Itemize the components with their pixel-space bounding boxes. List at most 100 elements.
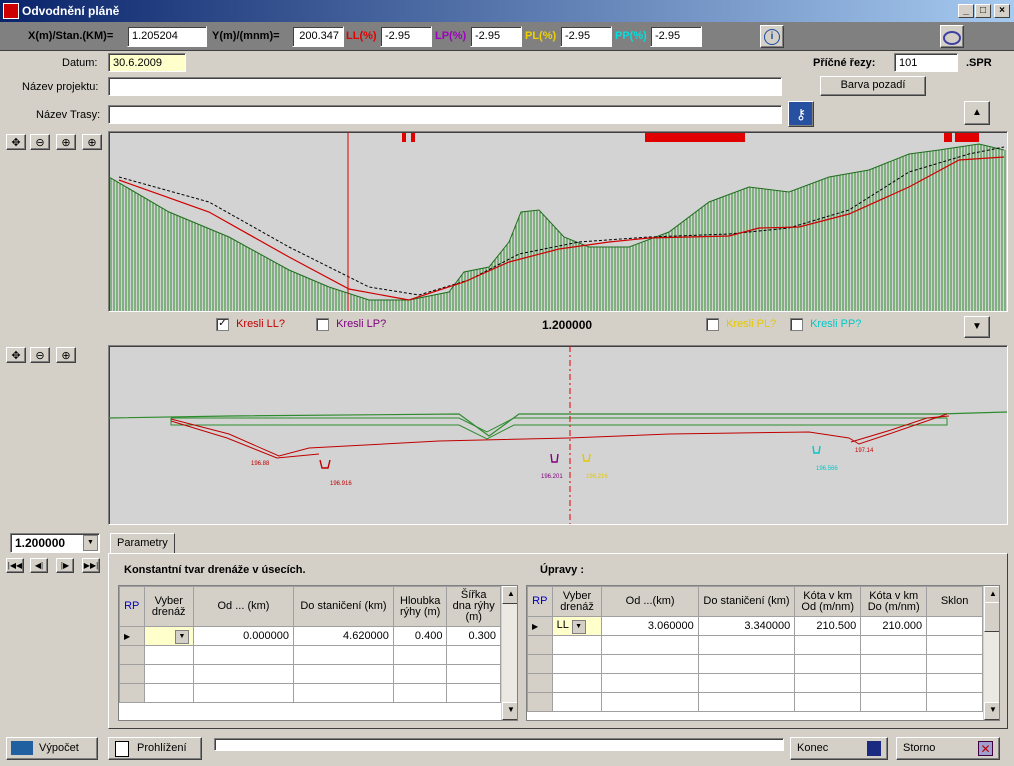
- pan-icon[interactable]: ✥: [6, 134, 26, 150]
- col-hloubka: Hloubka rýhy (m): [392, 586, 448, 627]
- scroll-thumb[interactable]: [984, 602, 999, 632]
- route-search-button[interactable]: ⚷: [788, 101, 814, 127]
- maximize-icon[interactable]: □: [975, 4, 991, 18]
- end-label: Konec: [797, 742, 829, 754]
- checkbox-pl[interactable]: [706, 318, 719, 331]
- cell-do[interactable]: 4.620000: [292, 626, 394, 646]
- x-label: X(m)/Stan.(KM)=: [28, 30, 114, 42]
- app-icon: [3, 3, 19, 19]
- pp-value-field[interactable]: -2.95: [650, 26, 702, 47]
- y-label: Y(m)/(mnm)=: [212, 30, 280, 42]
- cell-hloubka[interactable]: 0.400: [392, 626, 448, 646]
- cell-sklon[interactable]: [926, 616, 983, 636]
- last-icon[interactable]: ▶▶|: [82, 558, 100, 573]
- pl-value-field[interactable]: -2.95: [560, 26, 612, 47]
- station-select[interactable]: 1.200000 ▼: [10, 533, 100, 553]
- zoom-out-icon[interactable]: ⊖: [30, 134, 50, 150]
- cross-ext: .SPR: [966, 57, 992, 69]
- cross-zoom-out-icon[interactable]: ⊖: [30, 347, 50, 363]
- help-button[interactable]: [940, 25, 964, 48]
- background-color-button[interactable]: Barva pozadí: [820, 76, 926, 96]
- info-icon: i: [764, 29, 780, 45]
- chevron-down-icon[interactable]: ▼: [83, 535, 98, 551]
- first-icon[interactable]: |◀◀: [6, 558, 24, 573]
- check-pl-label: Kresli PL?: [726, 318, 777, 331]
- drain-select[interactable]: LL ▼: [551, 616, 603, 636]
- collapse-up-button[interactable]: ▲: [964, 101, 990, 125]
- route-label: Název Trasy:: [36, 109, 101, 121]
- right-scrollbar[interactable]: ▲ ▼: [983, 586, 999, 720]
- col-rp: RP: [119, 586, 145, 627]
- project-field[interactable]: [108, 77, 782, 96]
- ll-label: LL(%): [346, 30, 377, 42]
- prev-icon[interactable]: ◀|: [30, 558, 48, 573]
- check-ll[interactable]: ✓ Kresli LL?: [216, 318, 285, 331]
- drain-select[interactable]: ▼: [143, 626, 194, 646]
- close-icon[interactable]: ×: [994, 4, 1010, 18]
- zoom-in-icon[interactable]: ⊕: [56, 134, 76, 150]
- check-pp[interactable]: Kresli PP?: [790, 318, 861, 331]
- check-pl[interactable]: Kresli PL?: [706, 318, 776, 331]
- datum-field[interactable]: 30.6.2009: [108, 53, 186, 72]
- left-grid: RP Vyber drenáž Od ... (km) Do staničení…: [119, 586, 501, 703]
- ground-line: [109, 411, 1007, 437]
- y-value-field[interactable]: 200.347: [292, 26, 344, 47]
- right-header-row: RP Vyber drenáž Od ...(km) Do staničení …: [527, 586, 983, 617]
- cell-do[interactable]: 3.340000: [697, 616, 796, 636]
- view-button[interactable]: Prohlížení: [108, 737, 202, 760]
- info-button[interactable]: i: [760, 25, 784, 48]
- checkbox-ll[interactable]: ✓: [216, 318, 229, 331]
- table-row[interactable]: ▶ ▼ 0.000000 4.620000 0.400 0.300: [119, 626, 501, 646]
- col-vyber: Vyber drenáž: [143, 586, 194, 627]
- x-value-field[interactable]: 1.205204: [127, 26, 207, 47]
- cross-section-svg: 196.88 196.916 196.201 196.216 196.566 1…: [109, 346, 1007, 524]
- route-field[interactable]: [108, 105, 782, 124]
- cross-field[interactable]: 101: [894, 53, 958, 72]
- check-lp[interactable]: Kresli LP?: [316, 318, 386, 331]
- end-button[interactable]: Konec: [790, 737, 888, 760]
- marker-block: [402, 133, 406, 142]
- cell-sirka[interactable]: 0.300: [446, 626, 501, 646]
- left-scrollbar[interactable]: ▲ ▼: [501, 586, 517, 720]
- col-kota-od: Kóta v km Od (m/nm): [794, 586, 862, 617]
- chevron-down-icon[interactable]: ▼: [174, 629, 189, 644]
- cross-zoom-in-icon[interactable]: ⊕: [56, 347, 76, 363]
- col-vyber: Vyber drenáž: [551, 586, 603, 617]
- zoom-window-icon[interactable]: ⊕: [82, 134, 102, 150]
- row-indicator: ▶: [527, 616, 553, 636]
- check-lp-label: Kresli LP?: [336, 318, 387, 331]
- lp-value-field[interactable]: -2.95: [470, 26, 522, 47]
- progress-bar: [214, 738, 784, 751]
- col-sklon: Sklon: [926, 586, 983, 617]
- col-do: Do staničení (km): [697, 586, 796, 617]
- next-icon[interactable]: |▶: [56, 558, 74, 573]
- scroll-down-icon[interactable]: ▼: [502, 702, 517, 720]
- cell-od[interactable]: 3.060000: [601, 616, 699, 636]
- cell-kota-od[interactable]: 210.500: [794, 616, 862, 636]
- table-row[interactable]: ▶ LL ▼ 3.060000 3.340000 210.500 210.000: [527, 616, 983, 636]
- cancel-icon: ✕: [978, 741, 993, 756]
- check-ll-label: Kresli LL?: [236, 318, 285, 331]
- cell-od[interactable]: 0.000000: [192, 626, 294, 646]
- cancel-button[interactable]: Storno ✕: [896, 737, 1000, 760]
- window-title: Odvodnění pláně: [22, 4, 120, 18]
- calculate-button[interactable]: Výpočet: [6, 737, 98, 760]
- cell-kota-do[interactable]: 210.000: [860, 616, 928, 636]
- calculator-icon: [11, 741, 33, 755]
- longitudinal-profile[interactable]: [108, 131, 1008, 312]
- row-indicator: ▶: [119, 626, 145, 646]
- checkbox-lp[interactable]: [316, 318, 329, 331]
- cross-section[interactable]: 196.88 196.916 196.201 196.216 196.566 1…: [108, 345, 1008, 525]
- minimize-icon[interactable]: _: [958, 4, 974, 18]
- checkbox-pp[interactable]: [790, 318, 803, 331]
- ll-value-field[interactable]: -2.95: [380, 26, 432, 47]
- marker-block: [944, 133, 952, 142]
- scroll-down-icon[interactable]: ▼: [984, 702, 999, 720]
- tab-parametry[interactable]: Parametry: [110, 533, 175, 554]
- col-od: Od ... (km): [192, 586, 294, 627]
- chevron-down-icon[interactable]: ▼: [571, 619, 586, 634]
- cross-pan-icon[interactable]: ✥: [6, 347, 26, 363]
- expand-down-button[interactable]: ▼: [964, 316, 990, 338]
- scroll-up-icon[interactable]: ▲: [502, 586, 517, 604]
- calculate-label: Výpočet: [39, 742, 79, 754]
